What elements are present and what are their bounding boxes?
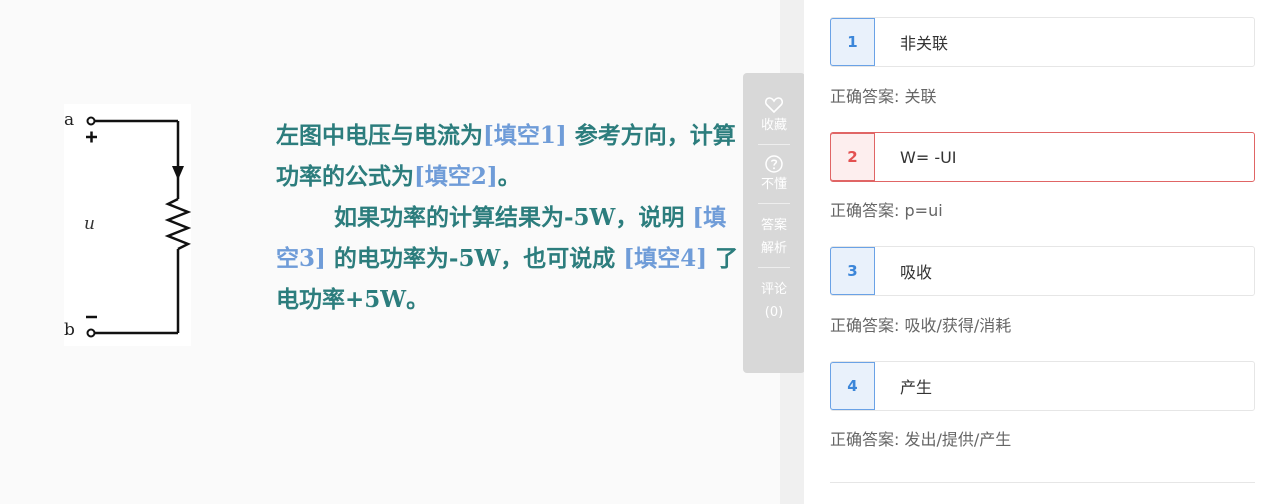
answer-value-4: 产生: [900, 378, 933, 397]
correct-answer-4: 正确答案: 发出/提供/产生: [830, 426, 1011, 450]
answer-row-4[interactable]: 4 产生: [830, 361, 1255, 411]
tool-separator: [758, 144, 790, 145]
current-arrow: [172, 166, 184, 180]
favorite-button[interactable]: 收藏: [758, 95, 790, 134]
answer-analysis-label-1: 答案: [760, 218, 787, 233]
resistor: [164, 197, 191, 251]
answer-number-3: 3: [830, 247, 875, 295]
correct-value: p=ui: [904, 201, 943, 220]
heart-icon: [764, 97, 784, 114]
question-line3-post: 的电功率为-5W，也可说成: [333, 245, 616, 272]
tool-separator: [758, 203, 790, 204]
answer-row-3[interactable]: 3 吸收: [830, 246, 1255, 296]
correct-value: 发出/提供/产生: [904, 430, 1012, 449]
comment-button[interactable]: 评论 (0): [758, 277, 790, 321]
answer-value-1: 非关联: [900, 34, 949, 53]
correct-value: 关联: [904, 87, 937, 106]
correct-prefix: 正确答案:: [830, 430, 900, 449]
correct-value: 吸收/获得/消耗: [904, 316, 1012, 335]
question-line1-pre: 左图中电压与电流为: [276, 122, 483, 149]
correct-prefix: 正确答案:: [830, 87, 900, 106]
bottom-divider: [830, 482, 1255, 483]
voltage-label: u: [84, 214, 95, 234]
question-area: a b u 左图中电压与电流为[填空1] 参考方向，计算功率的公式为[填空2]。…: [0, 0, 780, 504]
answer-number-4: 4: [830, 362, 875, 410]
dont-understand-button[interactable]: 不懂: [758, 154, 790, 193]
question-line2-post: 。: [497, 163, 521, 190]
answer-panel: 1 非关联 正确答案: 关联 2 W= -UI 正确答案: p=ui 3 吸收 …: [804, 0, 1275, 504]
node-b-label: b: [64, 320, 75, 340]
question-text: 左图中电压与电流为[填空1] 参考方向，计算功率的公式为[填空2]。 如果功率的计…: [276, 115, 746, 320]
answer-analysis-button[interactable]: 答案 解析: [758, 213, 790, 257]
correct-answer-3: 正确答案: 吸收/获得/消耗: [830, 312, 1011, 336]
answer-number-2: 2: [830, 133, 875, 181]
circuit-diagram: a b u: [64, 104, 191, 346]
tool-panel: 收藏 不懂 答案 解析 评论 (0): [743, 73, 805, 373]
answer-number-1: 1: [830, 18, 875, 66]
comment-label: 评论: [760, 282, 787, 297]
answer-analysis-label-2: 解析: [760, 241, 787, 256]
tool-separator: [758, 267, 790, 268]
node-a-label: a: [64, 110, 75, 130]
answer-row-2[interactable]: 2 W= -UI: [830, 132, 1255, 182]
favorite-label: 收藏: [760, 118, 787, 133]
question-circle-icon: [765, 155, 783, 173]
dont-understand-label: 不懂: [760, 177, 787, 192]
question-line3-pre: 如果功率的计算结果为-5W，说明: [334, 204, 685, 231]
answer-value-3: 吸收: [900, 263, 933, 282]
correct-prefix: 正确答案:: [830, 316, 900, 335]
answer-row-1[interactable]: 1 非关联: [830, 17, 1255, 67]
correct-answer-1: 正确答案: 关联: [830, 83, 937, 107]
blank-2[interactable]: [填空2]: [414, 163, 498, 190]
blank-1[interactable]: [填空1]: [483, 122, 567, 149]
correct-prefix: 正确答案:: [830, 201, 900, 220]
correct-answer-2: 正确答案: p=ui: [830, 197, 943, 221]
comment-count: (0): [764, 305, 784, 320]
answer-value-2: W= -UI: [900, 147, 957, 167]
blank-4[interactable]: [填空4]: [623, 245, 707, 272]
